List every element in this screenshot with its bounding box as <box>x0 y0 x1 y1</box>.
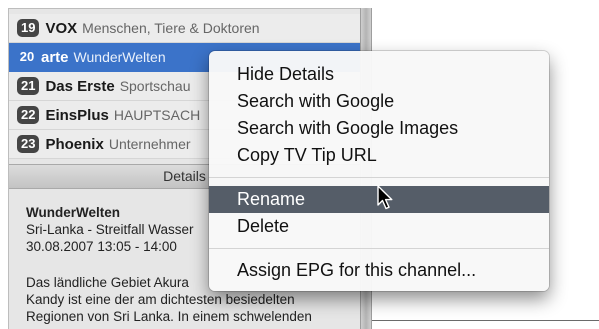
menu-item-search-google-images[interactable]: Search with Google Images <box>209 115 549 142</box>
channel-show: HAUPTSACH <box>113 107 201 123</box>
menu-separator <box>209 248 549 249</box>
content-border <box>372 320 599 321</box>
channel-number-badge: 22 <box>17 106 40 124</box>
channel-show: Sportschau <box>119 78 191 94</box>
menu-item-hide-details[interactable]: Hide Details <box>209 61 549 88</box>
channel-show: Menschen, Tiere & Doktoren <box>82 20 260 36</box>
description-line: Kandy ist eine der am dichtesten besiede… <box>26 292 295 307</box>
channel-show: WunderWelten <box>73 49 166 65</box>
channel-name: Phoenix <box>45 135 104 153</box>
channel-name: EinsPlus <box>45 106 109 124</box>
channel-show: Unternehmer <box>108 136 191 152</box>
channel-number-badge: 23 <box>17 135 40 153</box>
channel-name: VOX <box>45 19 78 37</box>
channel-name: arte <box>41 48 69 66</box>
menu-item-search-google[interactable]: Search with Google <box>209 88 549 115</box>
channel-number-badge: 19 <box>17 19 40 37</box>
menu-item-copy-tv-tip-url[interactable]: Copy TV Tip URL <box>209 142 549 169</box>
channel-row[interactable]: 19 VOX Menschen, Tiere & Doktoren <box>9 14 360 43</box>
menu-item-assign-epg[interactable]: Assign EPG for this channel... <box>209 257 549 284</box>
menu-item-delete[interactable]: Delete <box>209 213 549 240</box>
arrow-cursor-icon <box>377 185 393 210</box>
channel-name: Das Erste <box>45 77 115 95</box>
description-line: Regionen von Sri Lanka. In einem schwele… <box>26 309 312 324</box>
channel-number-badge: 21 <box>17 77 40 95</box>
menu-separator <box>209 177 549 178</box>
context-menu: Hide Details Search with Google Search w… <box>209 51 549 291</box>
channel-number-badge: 20 <box>19 49 35 64</box>
